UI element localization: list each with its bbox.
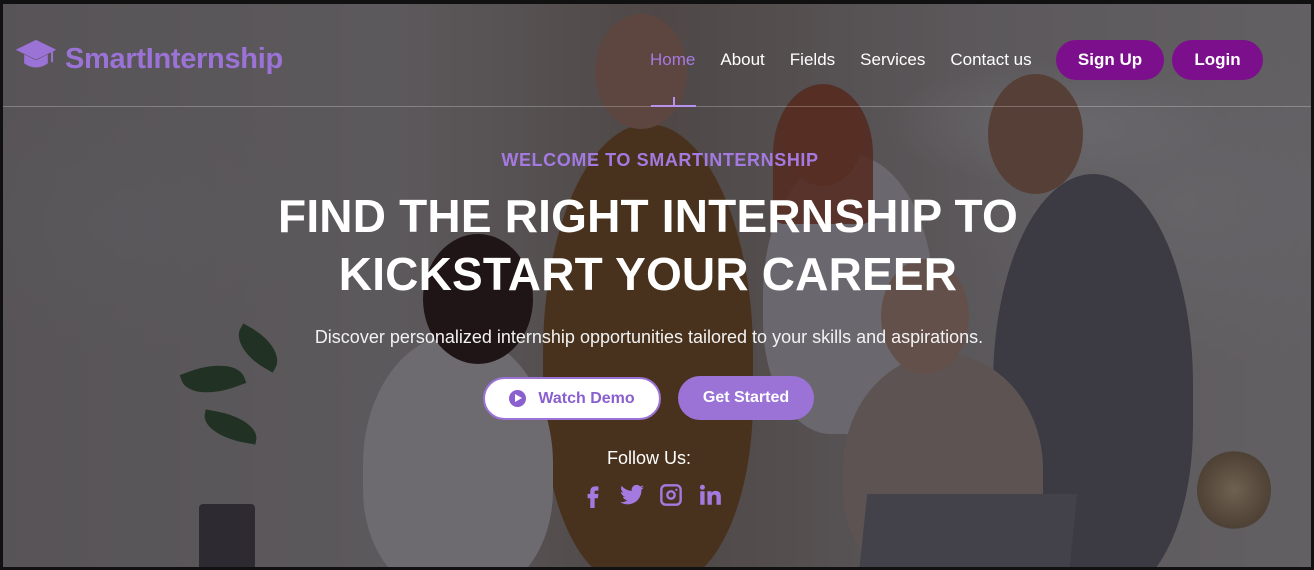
linkedin-icon[interactable] — [697, 482, 723, 508]
main-nav: Home About Fields Services Contact us — [650, 50, 1032, 107]
hero-headline: FIND THE RIGHT INTERNSHIP TO KICKSTART Y… — [278, 190, 1018, 300]
brand-logo[interactable]: SmartInternship — [15, 38, 283, 80]
twitter-icon[interactable] — [619, 482, 645, 508]
graduation-cap-icon — [15, 38, 57, 80]
hero-eyebrow: WELCOME TO SMARTINTERNSHIP — [501, 150, 819, 170]
login-button[interactable]: Login — [1172, 40, 1263, 80]
site-header: SmartInternship Home About Fields Servic… — [3, 4, 1311, 107]
instagram-icon[interactable] — [658, 482, 684, 508]
nav-item-home[interactable]: Home — [650, 50, 697, 107]
social-links — [580, 482, 723, 508]
nav-item-fields[interactable]: Fields — [790, 50, 835, 70]
watch-demo-label: Watch Demo — [538, 389, 635, 407]
nav-item-about[interactable]: About — [720, 50, 764, 70]
sign-up-button[interactable]: Sign Up — [1056, 40, 1164, 80]
brand-name: SmartInternship — [65, 42, 283, 75]
get-started-button[interactable]: Get Started — [678, 376, 814, 420]
play-icon — [509, 390, 527, 407]
nav-item-contact[interactable]: Contact us — [950, 50, 1031, 70]
watch-demo-button[interactable]: Watch Demo — [483, 377, 661, 420]
facebook-icon[interactable] — [580, 482, 606, 508]
hero-subtext: Discover personalized internship opportu… — [314, 327, 984, 347]
follow-us-label: Follow Us: — [606, 448, 691, 468]
page-frame: SmartInternship Home About Fields Servic… — [0, 0, 1314, 570]
nav-item-services[interactable]: Services — [860, 50, 925, 70]
